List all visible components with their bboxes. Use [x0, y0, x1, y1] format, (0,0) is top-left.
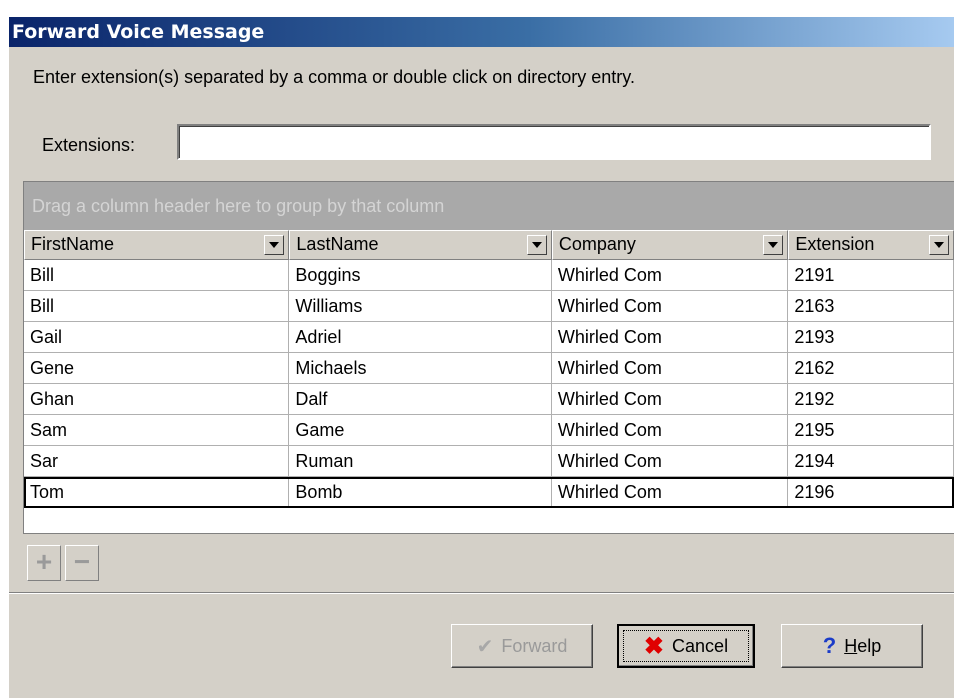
cell-company: Whirled Com — [551, 477, 789, 508]
column-header-label: Extension — [795, 234, 875, 254]
help-label-rest: elp — [857, 635, 882, 656]
cell-company: Whirled Com — [551, 353, 789, 384]
cell-extension: 2193 — [788, 322, 954, 353]
cell-firstname: Gene — [24, 353, 290, 384]
dialog-title: Forward Voice Message — [9, 17, 954, 47]
table-row[interactable]: Sam Game Whirled Com 2195 — [24, 415, 954, 446]
cell-lastname: Boggins — [289, 260, 552, 291]
grid-header-row: FirstName LastName Company Extension — [24, 230, 954, 260]
column-header-firstname[interactable]: FirstName — [24, 230, 290, 260]
cell-lastname: Game — [289, 415, 552, 446]
directory-grid: Drag a column header here to group by th… — [23, 181, 954, 534]
cell-firstname: Sam — [24, 415, 290, 446]
cell-extension: 2162 — [788, 353, 954, 384]
question-mark-icon: ? — [822, 633, 837, 658]
extensions-input[interactable] — [177, 124, 931, 160]
cell-lastname: Ruman — [289, 446, 552, 477]
forward-button-label: Forward — [501, 635, 568, 656]
dropdown-arrow-icon[interactable] — [526, 235, 547, 255]
table-row[interactable]: Bill Boggins Whirled Com 2191 — [24, 260, 954, 291]
instructions-text: Enter extension(s) separated by a comma … — [33, 67, 635, 87]
cell-company: Whirled Com — [551, 291, 789, 322]
checkmarks-icon: ✔ — [476, 635, 494, 658]
help-button-label: Help — [844, 636, 881, 657]
grid-rows: Bill Boggins Whirled Com 2191 Bill Willi… — [24, 260, 954, 508]
extensions-label: Extensions: — [42, 135, 136, 155]
cell-company: Whirled Com — [551, 260, 789, 291]
cell-extension: 2163 — [788, 291, 954, 322]
column-header-extension[interactable]: Extension — [788, 230, 954, 260]
forward-voice-message-dialog: Forward Voice Message Enter extension(s)… — [8, 16, 954, 698]
cell-extension: 2195 — [788, 415, 954, 446]
remove-row-button[interactable]: − — [65, 545, 99, 581]
table-row[interactable]: Gene Michaels Whirled Com 2162 — [24, 353, 954, 384]
cell-extension: 2194 — [788, 446, 954, 477]
cell-lastname: Williams — [289, 291, 552, 322]
column-header-company[interactable]: Company — [551, 230, 789, 260]
cancel-button[interactable]: ✖ Cancel — [617, 624, 755, 668]
cell-firstname: Bill — [24, 260, 290, 291]
grid-navigator: + − — [23, 541, 133, 585]
column-header-label: Company — [558, 234, 636, 254]
dropdown-arrow-icon[interactable] — [763, 235, 784, 255]
cell-company: Whirled Com — [551, 384, 789, 415]
cell-firstname: Ghan — [24, 384, 290, 415]
cell-company: Whirled Com — [551, 446, 789, 477]
separator — [9, 592, 954, 594]
column-header-label: LastName — [296, 234, 379, 254]
table-row[interactable]: Sar Ruman Whirled Com 2194 — [24, 446, 954, 477]
cell-company: Whirled Com — [551, 322, 789, 353]
group-by-area[interactable]: Drag a column header here to group by th… — [24, 182, 954, 230]
column-header-lastname[interactable]: LastName — [289, 230, 552, 260]
cell-lastname: Adriel — [289, 322, 552, 353]
add-row-button[interactable]: + — [27, 545, 61, 581]
cell-company: Whirled Com — [551, 415, 789, 446]
cell-lastname: Michaels — [289, 353, 552, 384]
dropdown-arrow-icon[interactable] — [929, 235, 949, 255]
cell-extension: 2192 — [788, 384, 954, 415]
table-row[interactable]: Ghan Dalf Whirled Com 2192 — [24, 384, 954, 415]
table-row-selected[interactable]: Tom Bomb Whirled Com 2196 — [24, 477, 954, 508]
table-row[interactable]: Bill Williams Whirled Com 2163 — [24, 291, 954, 322]
cell-firstname: Bill — [24, 291, 290, 322]
cell-extension: 2191 — [788, 260, 954, 291]
help-accelerator-key: H — [844, 635, 858, 656]
help-button[interactable]: ? Help — [781, 624, 923, 668]
column-header-label: FirstName — [31, 234, 115, 254]
focus-rectangle — [623, 630, 749, 662]
cell-extension: 2196 — [788, 477, 954, 508]
cell-lastname: Bomb — [289, 477, 552, 508]
cell-firstname: Tom — [24, 477, 290, 508]
cell-firstname: Sar — [24, 446, 290, 477]
forward-button[interactable]: ✔ Forward — [451, 624, 593, 668]
table-row[interactable]: Gail Adriel Whirled Com 2193 — [24, 322, 954, 353]
cell-lastname: Dalf — [289, 384, 552, 415]
dropdown-arrow-icon[interactable] — [264, 235, 285, 255]
cell-firstname: Gail — [24, 322, 290, 353]
